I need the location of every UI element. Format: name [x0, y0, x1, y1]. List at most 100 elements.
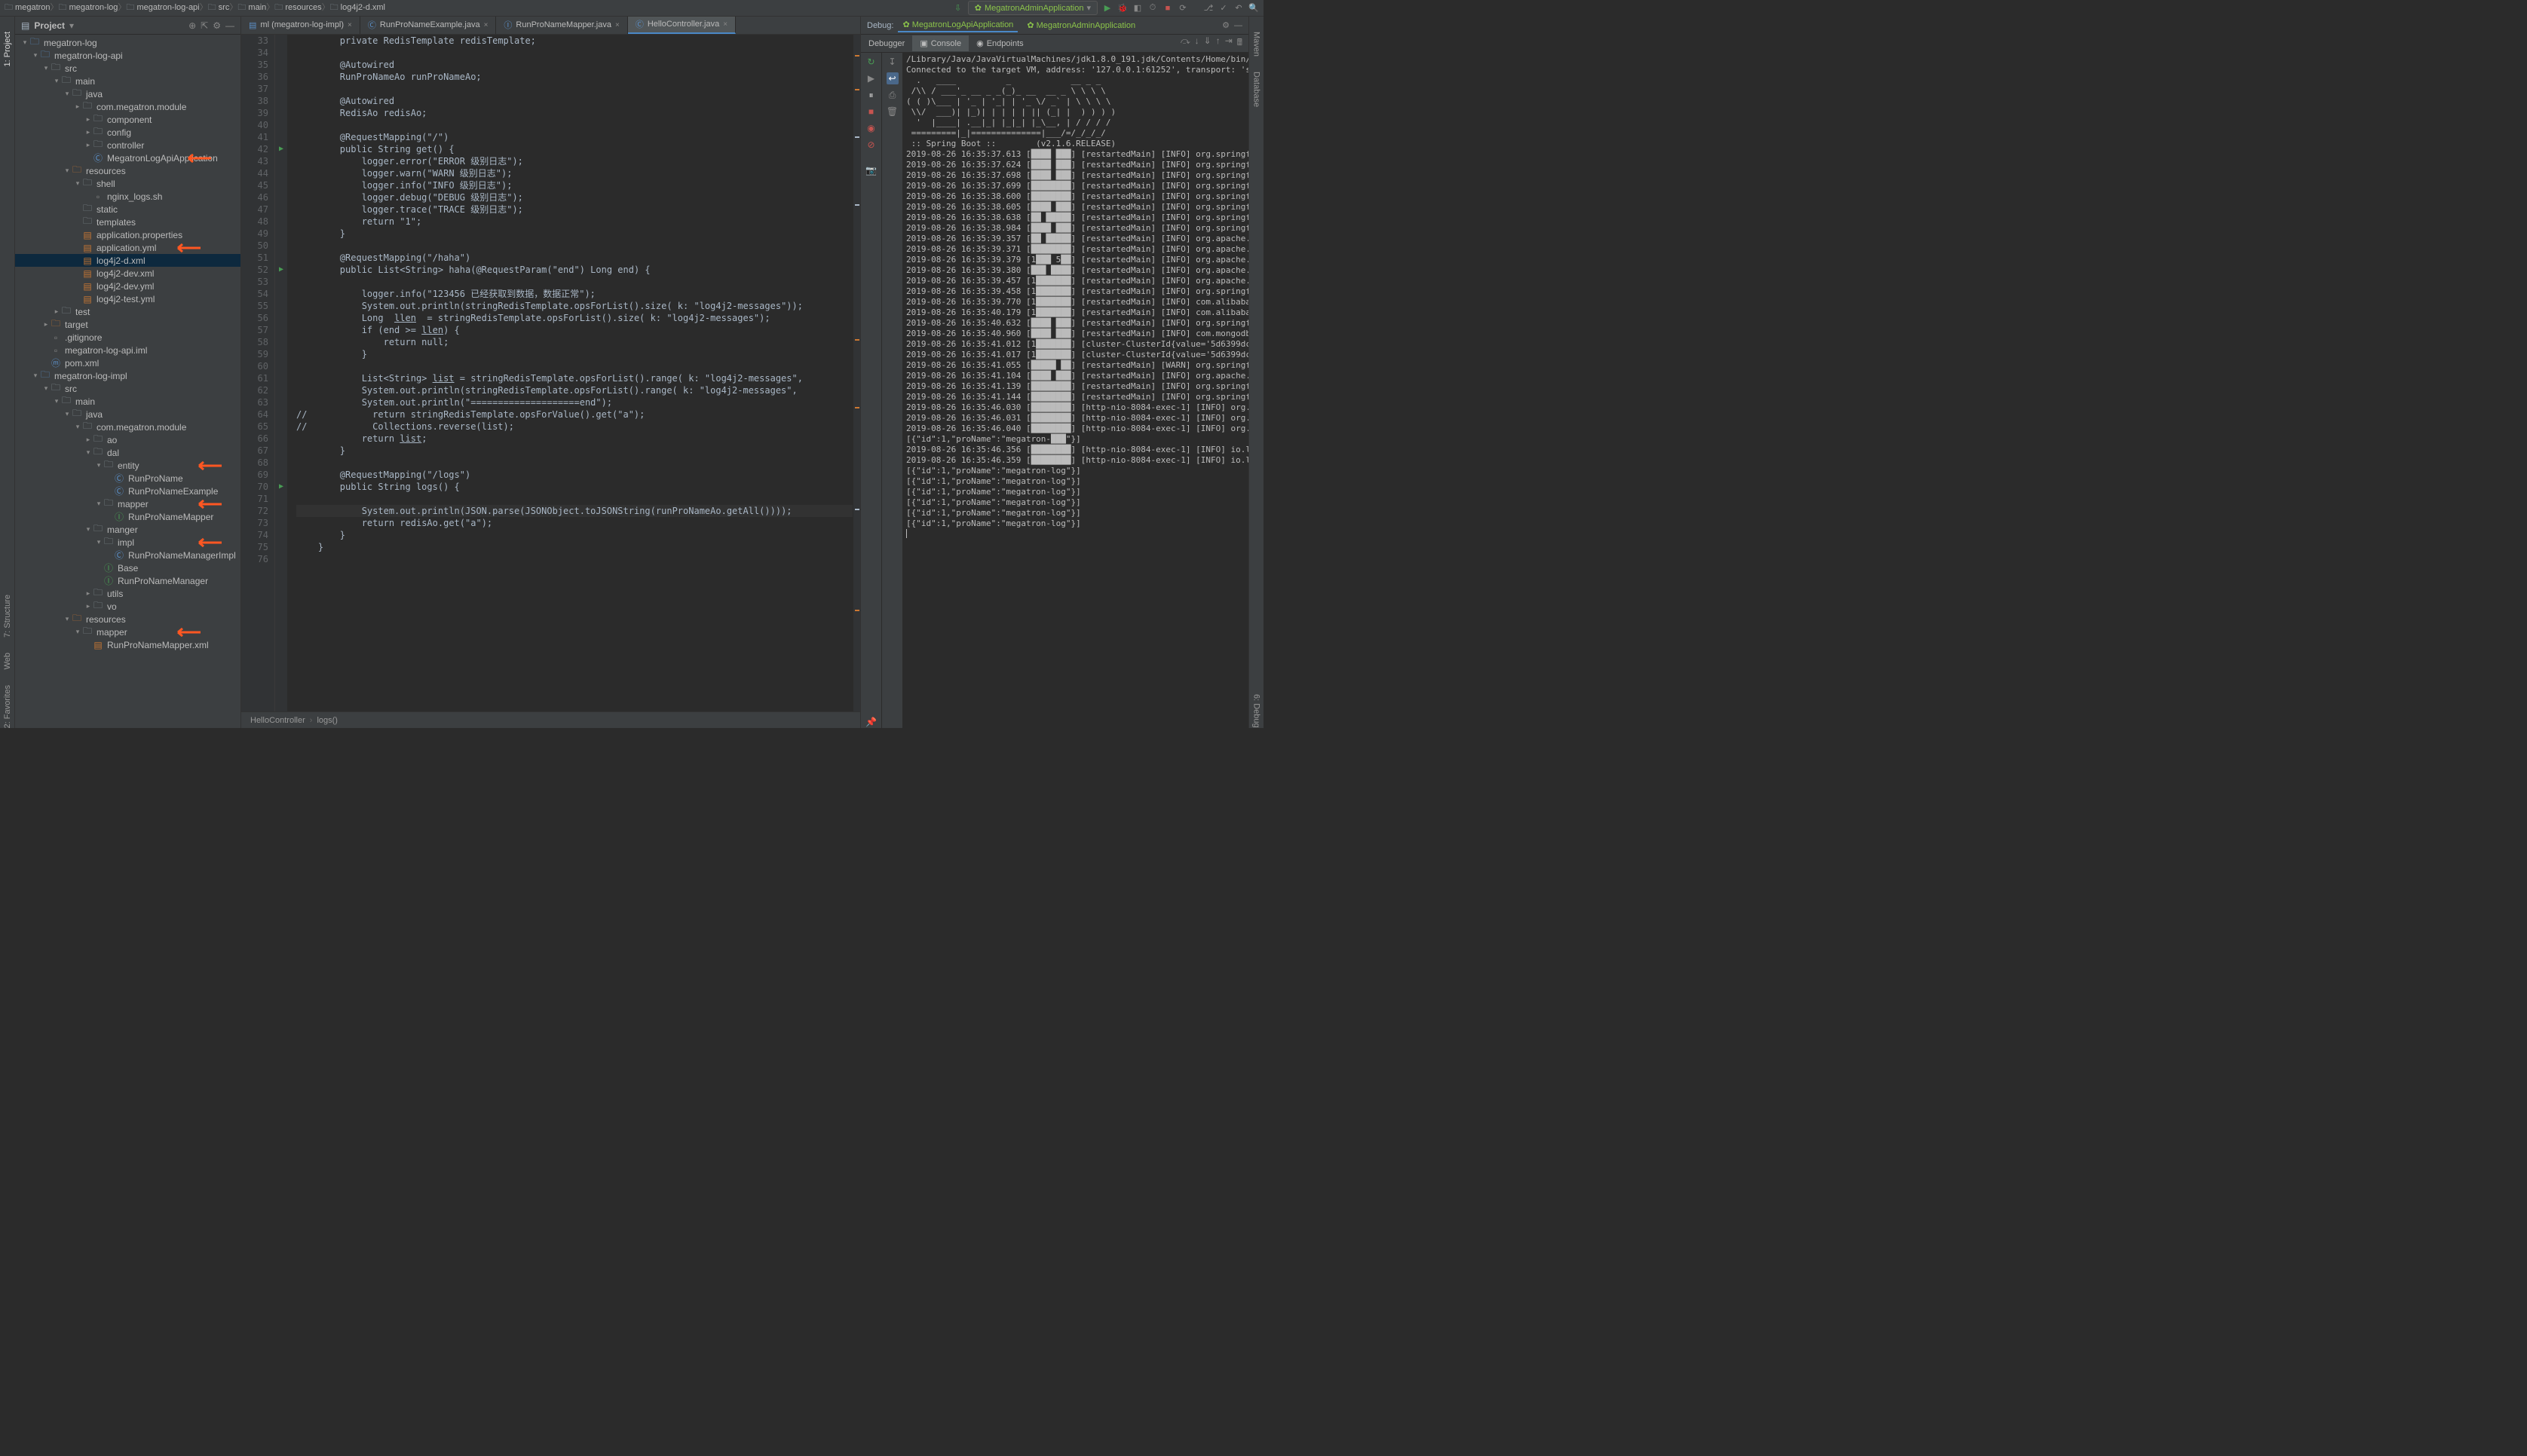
editor-tab[interactable]: ⒸHelloController.java× — [628, 17, 736, 34]
breadcrumb-item[interactable]: 🗀 megatron-log — [59, 3, 118, 12]
error-stripe[interactable] — [853, 35, 860, 711]
database-tool-tab[interactable]: Database — [1252, 72, 1261, 107]
tree-node[interactable]: ▫megatron-log-api.iml — [15, 344, 240, 356]
expand-arrow-icon[interactable]: ▾ — [95, 500, 103, 508]
tree-node[interactable]: ⒾRunProNameMapper — [15, 510, 240, 523]
step-over-icon[interactable]: ⤼ — [1181, 35, 1190, 51]
scroll-from-source-icon[interactable]: ⊕ — [188, 20, 196, 31]
expand-arrow-icon[interactable]: ▾ — [32, 51, 39, 60]
breadcrumb-item[interactable]: 🗀 log4j2-d.xml — [330, 3, 385, 12]
tree-node[interactable]: ▾🗀com.megatron.module — [15, 421, 240, 433]
hide-icon[interactable]: — — [1234, 21, 1242, 30]
tree-node[interactable]: ▤log4j2-d.xml — [15, 254, 240, 267]
expand-arrow-icon[interactable]: ▾ — [84, 448, 92, 457]
expand-arrow-icon[interactable]: ▸ — [84, 115, 92, 124]
force-step-into-icon[interactable]: ⇓ — [1204, 35, 1211, 51]
pin-icon[interactable]: 📌 — [865, 716, 878, 728]
debug-config-tab-active[interactable]: ✿ MegatronLogApiApplication — [898, 18, 1018, 32]
run-to-cursor-icon[interactable]: ⇥ — [1225, 35, 1233, 51]
expand-arrow-icon[interactable]: ▾ — [74, 628, 81, 636]
tree-node[interactable]: ▫.gitignore — [15, 331, 240, 344]
tree-node[interactable]: ▸🗀ao — [15, 433, 240, 446]
view-breakpoints-icon[interactable]: ◉ — [865, 122, 878, 134]
chevron-down-icon[interactable]: ▾ — [69, 20, 74, 31]
print-icon[interactable]: ⎙ — [887, 89, 899, 101]
debug-config-tab[interactable]: ✿ MegatronAdminApplication — [1022, 19, 1140, 32]
expand-arrow-icon[interactable]: ▾ — [63, 167, 71, 175]
run-gutter-icon[interactable]: ▶ — [279, 143, 283, 155]
expand-arrow-icon[interactable]: ▾ — [42, 384, 50, 393]
debug-icon[interactable]: 🐞 — [1117, 3, 1128, 14]
expand-arrow-icon[interactable]: ▾ — [42, 64, 50, 72]
git-branch-icon[interactable]: ⎇ — [1203, 3, 1214, 14]
step-into-icon[interactable]: ↓ — [1195, 35, 1199, 51]
tree-node[interactable]: ▾🗀impl — [15, 536, 240, 549]
tree-node[interactable]: ▾🗀megatron-log-impl — [15, 369, 240, 382]
tree-node[interactable]: ⒸRunProName — [15, 472, 240, 485]
resume-icon[interactable]: ▶ — [865, 72, 878, 84]
gear-icon[interactable]: ⚙ — [213, 20, 221, 31]
close-icon[interactable]: × — [348, 21, 352, 29]
tree-node[interactable]: ▸🗀utils — [15, 587, 240, 600]
tree-node[interactable]: ▾🗀resources — [15, 613, 240, 626]
tree-node[interactable]: ⒸRunProNameManagerImpl — [15, 549, 240, 561]
tree-node[interactable]: ▾🗀main — [15, 75, 240, 87]
tree-node[interactable]: 🗀templates — [15, 216, 240, 228]
console-tab[interactable]: ▣Console — [912, 35, 969, 51]
hide-icon[interactable]: — — [225, 20, 234, 31]
expand-arrow-icon[interactable]: ▾ — [95, 461, 103, 470]
breadcrumb-class[interactable]: HelloController — [250, 716, 305, 725]
favorites-tool-tab[interactable]: 2: Favorites — [3, 685, 12, 728]
breadcrumb-item[interactable]: 🗀 src — [208, 3, 230, 12]
debug-tool-tab[interactable]: 6: Debug — [1252, 694, 1261, 728]
expand-arrow-icon[interactable]: ▾ — [53, 77, 60, 85]
editor-tab[interactable]: ⒾRunProNameMapper.java× — [496, 17, 627, 34]
tree-node[interactable]: ▸🗀component — [15, 113, 240, 126]
stop-icon[interactable]: ■ — [1162, 3, 1173, 14]
tree-node[interactable]: ▸🗀test — [15, 305, 240, 318]
tree-node[interactable]: ▤application.properties — [15, 228, 240, 241]
pause-icon[interactable]: ⏸ — [865, 89, 878, 101]
breadcrumb-method[interactable]: logs() — [317, 716, 338, 725]
collapse-all-icon[interactable]: ⇱ — [201, 20, 208, 31]
mute-breakpoints-icon[interactable]: ⊘ — [865, 139, 878, 151]
coverage-icon[interactable]: ◧ — [1132, 3, 1143, 14]
expand-arrow-icon[interactable]: ▾ — [32, 372, 39, 380]
tree-node[interactable]: ▾🗀src — [15, 62, 240, 75]
code-editor[interactable]: private RedisTemplate redisTemplate; @Au… — [287, 35, 853, 711]
tree-node[interactable]: ▤RunProNameMapper.xml — [15, 638, 240, 651]
breadcrumb-item[interactable]: 🗀 megatron — [5, 3, 51, 12]
expand-arrow-icon[interactable]: ▸ — [84, 436, 92, 444]
history-icon[interactable]: ↶ — [1233, 3, 1244, 14]
tree-node[interactable]: ▾🗀mapper — [15, 626, 240, 638]
tree-node[interactable]: ▾🗀megatron-log-api — [15, 49, 240, 62]
rerun-icon[interactable]: ↻ — [865, 56, 878, 68]
tree-node[interactable]: ▤log4j2-test.yml — [15, 292, 240, 305]
tree-node[interactable]: ⒾBase — [15, 561, 240, 574]
expand-arrow-icon[interactable]: ▾ — [63, 90, 71, 98]
step-out-icon[interactable]: ↑ — [1216, 35, 1221, 51]
close-icon[interactable]: × — [723, 20, 727, 29]
structure-tool-tab[interactable]: 7: Structure — [3, 595, 12, 638]
tree-node[interactable]: 🗀static — [15, 203, 240, 216]
expand-arrow-icon[interactable]: ▸ — [84, 589, 92, 598]
expand-arrow-icon[interactable]: ▸ — [84, 141, 92, 149]
stop-icon[interactable]: ■ — [865, 106, 878, 118]
tree-node[interactable]: ▫nginx_logs.sh — [15, 190, 240, 203]
expand-arrow-icon[interactable]: ▾ — [63, 410, 71, 418]
editor-tab[interactable]: ⒸRunProNameExample.java× — [360, 17, 497, 34]
maven-tool-tab[interactable]: Maven — [1252, 32, 1261, 57]
endpoints-tab[interactable]: ◉Endpoints — [969, 35, 1031, 51]
tree-node[interactable]: ▾🗀resources — [15, 164, 240, 177]
expand-arrow-icon[interactable]: ▸ — [84, 128, 92, 136]
tree-node[interactable]: ▸🗀vo — [15, 600, 240, 613]
tree-node[interactable]: ▤log4j2-dev.yml — [15, 280, 240, 292]
expand-arrow-icon[interactable]: ▸ — [53, 307, 60, 316]
tree-node[interactable]: ▾🗀dal — [15, 446, 240, 459]
tree-node[interactable]: ▾🗀entity — [15, 459, 240, 472]
tree-node[interactable]: ▾🗀shell — [15, 177, 240, 190]
tree-node[interactable]: ⒸRunProNameExample — [15, 485, 240, 497]
close-icon[interactable]: × — [615, 21, 620, 29]
expand-arrow-icon[interactable]: ▾ — [63, 615, 71, 623]
tree-node[interactable]: ▾🗀java — [15, 408, 240, 421]
